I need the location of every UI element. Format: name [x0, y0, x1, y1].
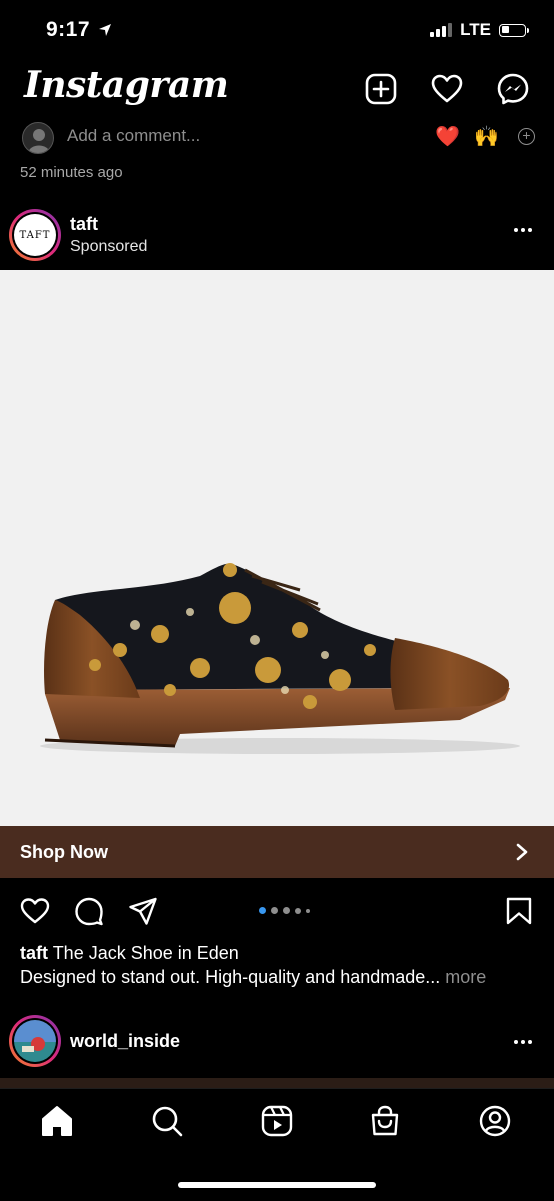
- bookmark-icon[interactable]: [504, 896, 534, 926]
- home-icon[interactable]: [40, 1104, 74, 1138]
- post-options-icon[interactable]: [514, 228, 532, 232]
- quick-reaction-raised-hands[interactable]: 🙌: [474, 124, 499, 149]
- heart-icon[interactable]: [430, 72, 464, 106]
- post-timestamp: 52 minutes ago: [20, 164, 123, 181]
- caption-body: Designed to stand out. High-quality and …: [20, 967, 441, 987]
- more-reactions-icon[interactable]: +: [518, 128, 535, 145]
- caption-more-link[interactable]: more: [445, 967, 486, 987]
- add-comment-input[interactable]: Add a comment...: [67, 126, 200, 146]
- sponsored-label: Sponsored: [70, 238, 148, 255]
- taft-logo: TAFT: [14, 214, 56, 256]
- new-post-icon[interactable]: [364, 72, 398, 106]
- next-post-username[interactable]: world_inside: [70, 1031, 180, 1052]
- caption-username[interactable]: taft: [20, 943, 48, 963]
- post-image[interactable]: [0, 270, 554, 826]
- chevron-right-icon[interactable]: [512, 842, 532, 862]
- instagram-logo[interactable]: Instagram: [24, 64, 229, 106]
- signal-icon: [430, 23, 453, 37]
- reels-icon[interactable]: [260, 1104, 294, 1138]
- shoe-image: [40, 563, 520, 754]
- shop-now-button[interactable]: Shop Now: [20, 842, 108, 863]
- post-username[interactable]: taft: [70, 214, 98, 235]
- profile-icon[interactable]: [478, 1104, 512, 1138]
- search-icon[interactable]: [150, 1104, 184, 1138]
- caption-line-2: Designed to stand out. High-quality and …: [20, 967, 486, 988]
- home-indicator[interactable]: [178, 1182, 376, 1188]
- share-icon[interactable]: [128, 896, 158, 926]
- next-post-options-icon[interactable]: [514, 1040, 532, 1044]
- quick-reaction-heart[interactable]: ❤️: [435, 124, 460, 149]
- caption-title: The Jack Shoe in Eden: [52, 943, 239, 963]
- network-label: LTE: [460, 20, 491, 39]
- messenger-icon[interactable]: [496, 72, 530, 106]
- comment-icon[interactable]: [74, 896, 104, 926]
- status-indicators: LTE: [430, 20, 529, 40]
- shop-icon[interactable]: [368, 1104, 402, 1138]
- status-time: 9:17: [46, 18, 112, 42]
- battery-icon: [499, 23, 529, 37]
- post-avatar[interactable]: TAFT: [9, 209, 61, 261]
- caption-line-1: taft The Jack Shoe in Eden: [20, 943, 239, 964]
- next-post-avatar[interactable]: [9, 1015, 61, 1067]
- next-post-image: [0, 1078, 554, 1088]
- carousel-indicator: [259, 907, 310, 914]
- location-arrow-icon: [99, 24, 112, 37]
- commenter-avatar: [22, 122, 54, 154]
- like-heart-icon[interactable]: [20, 896, 50, 926]
